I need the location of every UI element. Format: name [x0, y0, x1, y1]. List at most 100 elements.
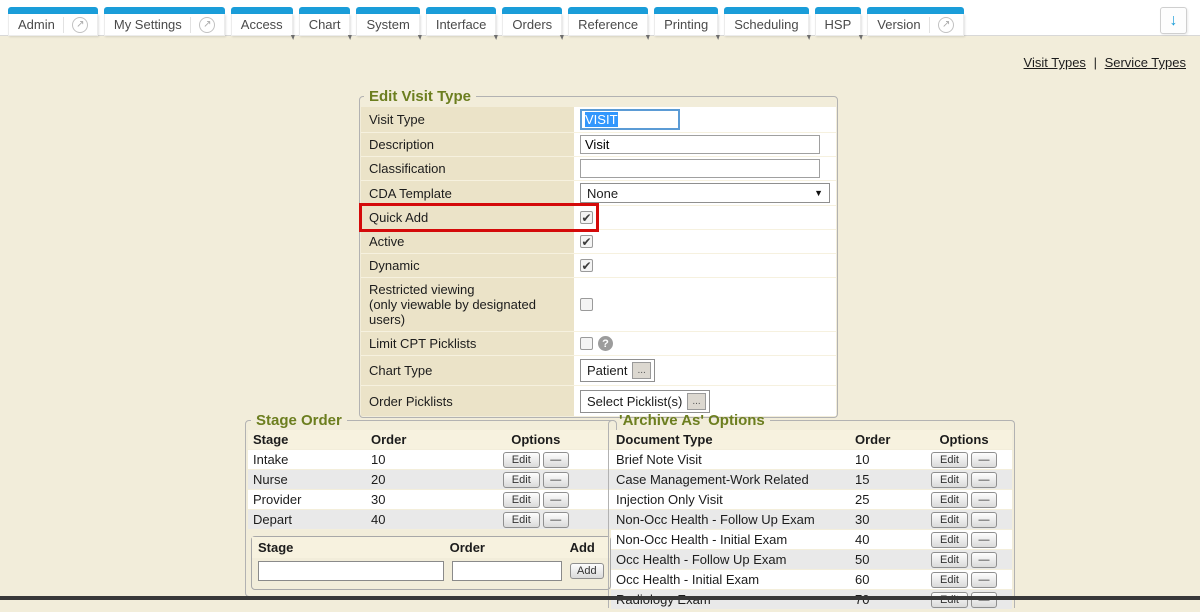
restricted-viewing-checkbox[interactable] — [580, 298, 593, 311]
edit-button[interactable]: Edit — [931, 572, 968, 588]
order-cell: 15 — [855, 472, 921, 487]
tab-admin[interactable]: Admin ↗ — [8, 7, 98, 36]
tab-label: Scheduling — [734, 17, 798, 32]
tab-system[interactable]: System — [356, 7, 419, 36]
tab-cap — [815, 7, 862, 14]
quick-add-checkbox[interactable]: ✔ — [580, 211, 593, 224]
edit-button[interactable]: Edit — [931, 472, 968, 488]
edit-button[interactable]: Edit — [503, 452, 540, 468]
form-row-visit-type: Visit Type VISIT — [361, 107, 836, 133]
tab-orders[interactable]: Orders — [502, 7, 562, 36]
remove-button[interactable]: — — [543, 472, 569, 488]
tab-my-settings[interactable]: My Settings ↗ — [104, 7, 225, 36]
tab-hsp[interactable]: HSP — [815, 7, 862, 36]
order-picklists-browse-button[interactable]: ... — [687, 393, 705, 410]
visit-type-input[interactable]: VISIT — [580, 109, 680, 130]
restricted-viewing-sublabel: (only viewable by designated users) — [369, 297, 566, 327]
tab-cap — [654, 7, 718, 14]
order-cell: 10 — [371, 452, 463, 467]
edit-button[interactable]: Edit — [503, 492, 540, 508]
remove-button[interactable]: — — [543, 492, 569, 508]
tab-scheduling[interactable]: Scheduling — [724, 7, 808, 36]
doc-type-cell: Case Management-Work Related — [616, 472, 855, 487]
col-order: Order — [450, 540, 570, 555]
edit-button[interactable]: Edit — [931, 532, 968, 548]
download-button[interactable]: ↓ — [1160, 7, 1187, 34]
dropdown-corner-icon — [416, 35, 422, 40]
remove-button[interactable]: — — [971, 472, 997, 488]
edit-button[interactable]: Edit — [931, 552, 968, 568]
edit-button[interactable]: Edit — [503, 512, 540, 528]
table-row: Intake 10 Edit — — [248, 450, 614, 470]
doc-type-cell: Non-Occ Health - Follow Up Exam — [616, 512, 855, 527]
quick-add-label: Quick Add — [361, 206, 574, 229]
table-row: Depart 40 Edit — — [248, 510, 614, 530]
dropdown-corner-icon — [558, 35, 564, 40]
tab-label: Reference — [578, 17, 638, 32]
table-row: Non-Occ Health - Follow Up Exam 30 Edit … — [611, 510, 1012, 530]
order-picklists-picker[interactable]: Select Picklist(s) ... — [580, 390, 710, 413]
table-row: Radiology Exam 70 Edit — — [611, 590, 1012, 610]
doc-type-cell: Injection Only Visit — [616, 492, 855, 507]
edit-button[interactable]: Edit — [503, 472, 540, 488]
table-row: Injection Only Visit 25 Edit — — [611, 490, 1012, 510]
remove-button[interactable]: — — [971, 492, 997, 508]
tab-label: HSP — [825, 17, 852, 32]
col-options: Options — [921, 432, 1007, 447]
archive-table-header: Document Type Order Options — [611, 430, 1012, 450]
chart-type-picker[interactable]: Patient ... — [580, 359, 655, 382]
external-link-icon[interactable]: ↗ — [72, 17, 88, 33]
active-label: Active — [361, 230, 574, 253]
classification-input[interactable] — [580, 159, 820, 178]
form-row-cda-template: CDA Template None ▼ — [361, 181, 836, 206]
tab-label: System — [366, 17, 409, 32]
cda-template-select[interactable]: None ▼ — [580, 183, 830, 203]
remove-button[interactable]: — — [971, 512, 997, 528]
visit-types-link[interactable]: Visit Types — [1024, 55, 1086, 70]
edit-visit-type-legend: Edit Visit Type — [364, 88, 476, 105]
dropdown-corner-icon — [493, 35, 499, 40]
dropdown-corner-icon — [714, 35, 720, 40]
new-stage-input[interactable] — [258, 561, 444, 581]
col-stage: Stage — [253, 432, 371, 447]
remove-button[interactable]: — — [971, 532, 997, 548]
doc-type-cell: Brief Note Visit — [616, 452, 855, 467]
remove-button[interactable]: — — [971, 552, 997, 568]
remove-button[interactable]: — — [543, 452, 569, 468]
edit-button[interactable]: Edit — [931, 492, 968, 508]
limit-cpt-checkbox[interactable] — [580, 337, 593, 350]
tab-interface[interactable]: Interface — [426, 7, 497, 36]
form-row-active: Active ✔ — [361, 230, 836, 254]
tab-access[interactable]: Access — [231, 7, 293, 36]
edit-button[interactable]: Edit — [931, 512, 968, 528]
tab-version[interactable]: Version ↗ — [867, 7, 963, 36]
form-row-description: Description — [361, 133, 836, 157]
tab-printing[interactable]: Printing — [654, 7, 718, 36]
external-link-icon[interactable]: ↗ — [199, 17, 215, 33]
form-row-quick-add: Quick Add ✔ — [361, 206, 836, 230]
tab-cap — [8, 7, 98, 14]
doc-type-cell: Non-Occ Health - Initial Exam — [616, 532, 855, 547]
stage-table-header: Stage Order Options — [248, 430, 614, 450]
dropdown-corner-icon — [644, 35, 650, 40]
table-row: Case Management-Work Related 15 Edit — — [611, 470, 1012, 490]
order-cell: 10 — [855, 452, 921, 467]
dynamic-checkbox[interactable]: ✔ — [580, 259, 593, 272]
tab-reference[interactable]: Reference — [568, 7, 648, 36]
new-order-input[interactable] — [452, 561, 562, 581]
add-stage-button[interactable]: Add — [570, 563, 604, 579]
remove-button[interactable]: — — [543, 512, 569, 528]
description-input[interactable] — [580, 135, 820, 154]
edit-button[interactable]: Edit — [931, 452, 968, 468]
tab-chart[interactable]: Chart — [299, 7, 351, 36]
table-row: Occ Health - Initial Exam 60 Edit — — [611, 570, 1012, 590]
remove-button[interactable]: — — [971, 572, 997, 588]
tab-cap — [104, 7, 225, 14]
remove-button[interactable]: — — [971, 452, 997, 468]
service-types-link[interactable]: Service Types — [1105, 55, 1186, 70]
active-checkbox[interactable]: ✔ — [580, 235, 593, 248]
col-options: Options — [463, 432, 609, 447]
chart-type-browse-button[interactable]: ... — [632, 362, 650, 379]
help-icon[interactable]: ? — [598, 336, 613, 351]
external-link-icon[interactable]: ↗ — [938, 17, 954, 33]
